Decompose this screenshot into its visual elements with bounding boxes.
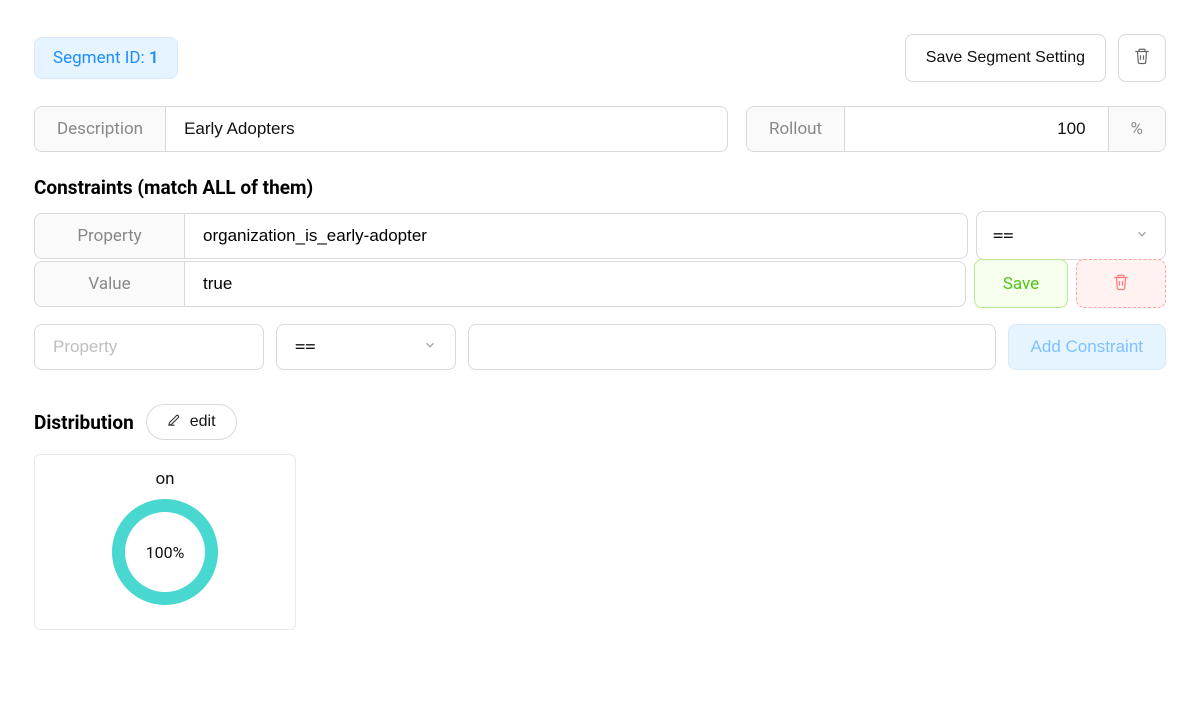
trash-icon <box>1112 273 1130 295</box>
constraint-value-box: Value <box>34 261 966 307</box>
distribution-card: on 100% <box>34 454 296 630</box>
rollout-suffix: % <box>1108 107 1165 151</box>
header-row: Segment ID: 1 Save Segment Setting <box>34 34 1166 82</box>
distribution-percent: 100% <box>146 543 185 562</box>
new-constraint-row: == Add Constraint <box>34 324 1166 370</box>
constraint-property-input[interactable] <box>185 214 967 258</box>
description-group: Description <box>34 106 728 152</box>
rollout-group: Rollout % <box>746 106 1166 152</box>
edit-icon <box>167 412 182 432</box>
distribution-donut-chart: 100% <box>112 499 218 605</box>
distribution-header-row: Distribution edit <box>34 404 1166 440</box>
chevron-down-icon <box>1135 226 1149 246</box>
delete-segment-button[interactable] <box>1118 34 1166 82</box>
new-constraint-property-input[interactable] <box>34 324 264 370</box>
constraint-value-line: Value Save <box>34 259 1166 308</box>
constraint-operator-value: == <box>993 226 1013 246</box>
new-constraint-operator-value: == <box>295 337 315 357</box>
segment-id-badge: Segment ID: 1 <box>34 37 178 79</box>
constraint-item: Property == Value Save <box>34 211 1166 308</box>
chevron-down-icon <box>423 337 437 357</box>
header-actions: Save Segment Setting <box>905 34 1166 82</box>
distribution-heading: Distribution <box>34 411 134 434</box>
constraint-delete-button[interactable] <box>1076 259 1166 308</box>
segment-id-number: 1 <box>149 48 159 68</box>
edit-distribution-label: edit <box>190 413 216 431</box>
add-constraint-button[interactable]: Add Constraint <box>1008 324 1166 370</box>
constraint-save-button[interactable]: Save <box>974 259 1068 308</box>
description-input[interactable] <box>166 107 727 151</box>
segment-id-prefix: Segment ID: <box>53 48 149 68</box>
constraint-property-label: Property <box>35 214 185 258</box>
rollout-label: Rollout <box>747 107 845 151</box>
constraint-value-label: Value <box>35 262 185 306</box>
trash-icon <box>1133 47 1151 70</box>
constraint-operator-select[interactable]: == <box>976 211 1166 260</box>
description-label: Description <box>35 107 166 151</box>
constraint-property-box: Property <box>34 213 968 259</box>
edit-distribution-button[interactable]: edit <box>146 404 237 440</box>
constraint-property-line: Property == <box>34 211 1166 260</box>
rollout-input[interactable] <box>845 107 1107 151</box>
new-constraint-value-input[interactable] <box>468 324 996 370</box>
description-rollout-row: Description Rollout % <box>34 106 1166 152</box>
save-segment-button[interactable]: Save Segment Setting <box>905 34 1106 82</box>
constraints-heading: Constraints (match ALL of them) <box>34 176 1166 199</box>
new-constraint-operator-select[interactable]: == <box>276 324 456 370</box>
constraint-value-input[interactable] <box>185 262 965 306</box>
distribution-variant-label: on <box>35 469 295 489</box>
